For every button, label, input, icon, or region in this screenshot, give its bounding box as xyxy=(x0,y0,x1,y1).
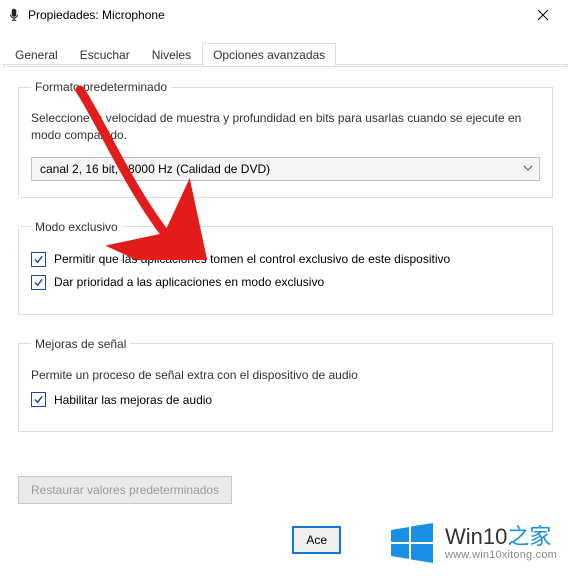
default-format-group: Formato predeterminado Seleccione la vel… xyxy=(18,80,553,198)
window-title: Propiedades: Microphone xyxy=(28,8,523,22)
check-icon xyxy=(33,277,44,288)
watermark-line1a: Win10 xyxy=(445,524,507,549)
exclusive-mode-group: Modo exclusivo Permitir que las aplicaci… xyxy=(18,220,553,315)
title-bar: Propiedades: Microphone xyxy=(0,0,571,30)
allow-exclusive-control-row: Permitir que las aplicaciones tomen el c… xyxy=(31,252,540,267)
enable-audio-enhancements-row: Habilitar las mejoras de audio xyxy=(31,392,540,407)
enable-audio-enhancements-label: Habilitar las mejoras de audio xyxy=(54,393,212,407)
windows-logo-icon xyxy=(389,520,435,566)
tab-escuchar[interactable]: Escuchar xyxy=(69,43,141,66)
tab-niveles[interactable]: Niveles xyxy=(141,43,202,66)
watermark-text: Win10之家 www.win10xitong.com xyxy=(445,525,557,561)
ok-button[interactable]: Ace xyxy=(292,526,341,554)
watermark: Win10之家 www.win10xitong.com xyxy=(389,520,557,566)
restore-row: Restaurar valores predeterminados xyxy=(0,476,250,504)
signal-enhancements-group: Mejoras de señal Permite un proceso de s… xyxy=(18,337,553,432)
allow-exclusive-control-label: Permitir que las aplicaciones tomen el c… xyxy=(54,252,450,266)
tab-bar: General Escuchar Niveles Opciones avanza… xyxy=(0,30,571,66)
restore-defaults-button[interactable]: Restaurar valores predeterminados xyxy=(18,476,232,504)
enable-audio-enhancements-checkbox[interactable] xyxy=(31,392,46,407)
close-button[interactable] xyxy=(523,1,563,29)
exclusive-priority-row: Dar prioridad a las aplicaciones en modo… xyxy=(31,275,540,290)
default-format-legend: Formato predeterminado xyxy=(31,80,171,94)
exclusive-priority-label: Dar prioridad a las aplicaciones en modo… xyxy=(54,275,324,289)
watermark-line1b: 之家 xyxy=(507,524,551,549)
tab-general[interactable]: General xyxy=(4,43,69,66)
sample-format-value: canal 2, 16 bit, 48000 Hz (Calidad de DV… xyxy=(40,162,270,176)
default-format-description: Seleccione la velocidad de muestra y pro… xyxy=(31,110,540,145)
chevron-down-icon xyxy=(523,162,533,176)
exclusive-priority-checkbox[interactable] xyxy=(31,275,46,290)
sample-format-select[interactable]: canal 2, 16 bit, 48000 Hz (Calidad de DV… xyxy=(31,157,540,181)
check-icon xyxy=(33,394,44,405)
signal-enhancements-legend: Mejoras de señal xyxy=(31,337,130,351)
exclusive-mode-legend: Modo exclusivo xyxy=(31,220,122,234)
tab-opciones-avanzadas[interactable]: Opciones avanzadas xyxy=(202,43,336,66)
dialog-button-bar: Ace xyxy=(292,526,341,554)
check-icon xyxy=(33,254,44,265)
signal-enhancements-description: Permite un proceso de señal extra con el… xyxy=(31,367,540,384)
close-icon xyxy=(537,9,549,21)
allow-exclusive-control-checkbox[interactable] xyxy=(31,252,46,267)
watermark-line2: www.win10xitong.com xyxy=(445,549,557,561)
microphone-icon xyxy=(6,7,22,23)
tab-content: Formato predeterminado Seleccione la vel… xyxy=(0,66,571,432)
